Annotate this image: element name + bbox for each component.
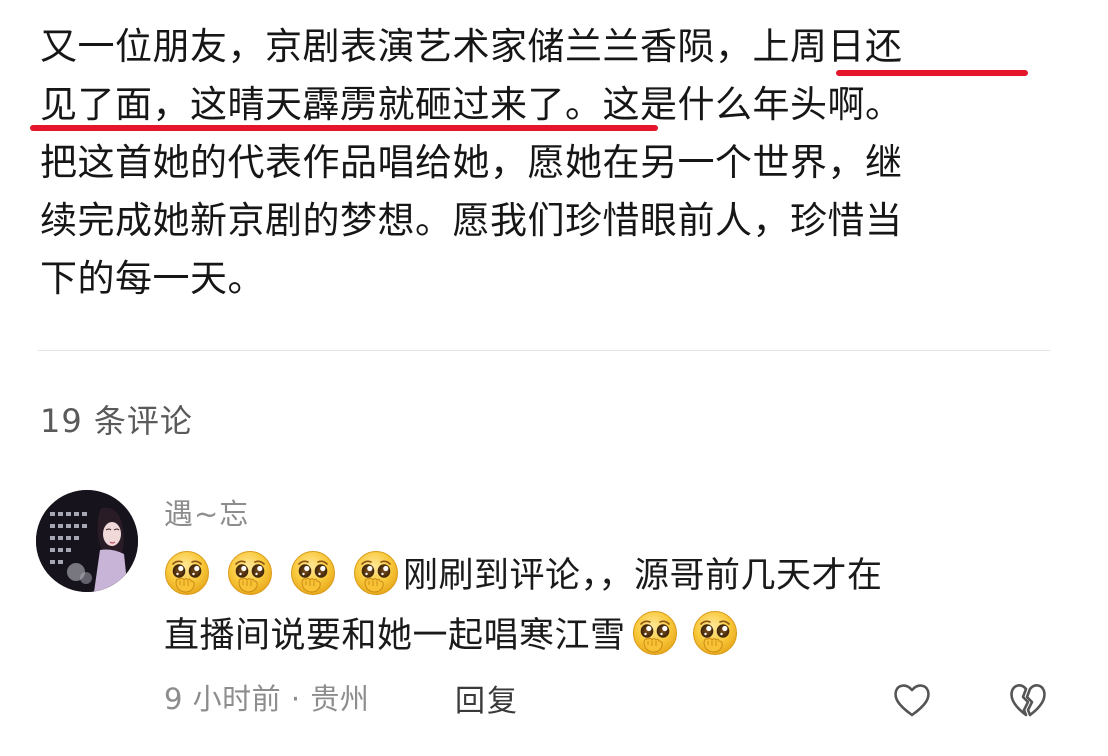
dislike-button[interactable] — [1006, 678, 1050, 722]
avatar-portrait-icon — [36, 490, 138, 592]
heart-outline-icon — [894, 684, 930, 717]
pleading-face-emoji-icon — [164, 550, 210, 596]
comment-body: 遇~忘 刚刷到评论，，源哥前几天才在 直播间说要和她一起唱寒江雪 — [164, 494, 1044, 666]
comment-text-line-1: 刚刷到评论，，源哥前几天才在 — [403, 556, 883, 596]
highlight-underline-1 — [836, 70, 1028, 76]
divider — [38, 350, 1050, 351]
comment-text-line-2: 直播间说要和她一起唱寒江雪 — [164, 616, 626, 656]
comment-time-location: 9 小时前 · 贵州 — [164, 682, 370, 716]
pleading-face-emoji-icon — [692, 610, 738, 656]
avatar[interactable] — [36, 490, 138, 592]
post-line-5: 下的每一天。 — [40, 257, 265, 300]
post-content: 又一位朋友，京剧表演艺术家储兰兰香陨，上周日还 见了面，这晴天霹雳就砸过来了。这… — [40, 18, 1060, 308]
pleading-face-emoji-icon — [290, 550, 336, 596]
pleading-face-emoji-icon — [353, 550, 399, 596]
broken-heart-icon — [1010, 684, 1046, 717]
comment-count: 19 条评论 — [40, 402, 193, 440]
comment-text: 刚刷到评论，，源哥前几天才在 直播间说要和她一起唱寒江雪 — [164, 546, 1044, 666]
comment-username[interactable]: 遇~忘 — [164, 494, 1044, 534]
post-line-3: 把这首她的代表作品唱给她，愿她在另一个世界，继 — [40, 141, 903, 184]
post-line-1: 又一位朋友，京剧表演艺术家储兰兰香陨，上周日还 — [40, 25, 903, 68]
like-button[interactable] — [890, 678, 934, 722]
pleading-face-emoji-icon — [632, 610, 678, 656]
post-line-4: 续完成她新京剧的梦想。愿我们珍惜眼前人，珍惜当 — [40, 199, 903, 242]
highlight-underline-2 — [30, 125, 658, 131]
reply-button[interactable]: 回复 — [455, 676, 519, 720]
pleading-face-emoji-icon — [227, 550, 273, 596]
